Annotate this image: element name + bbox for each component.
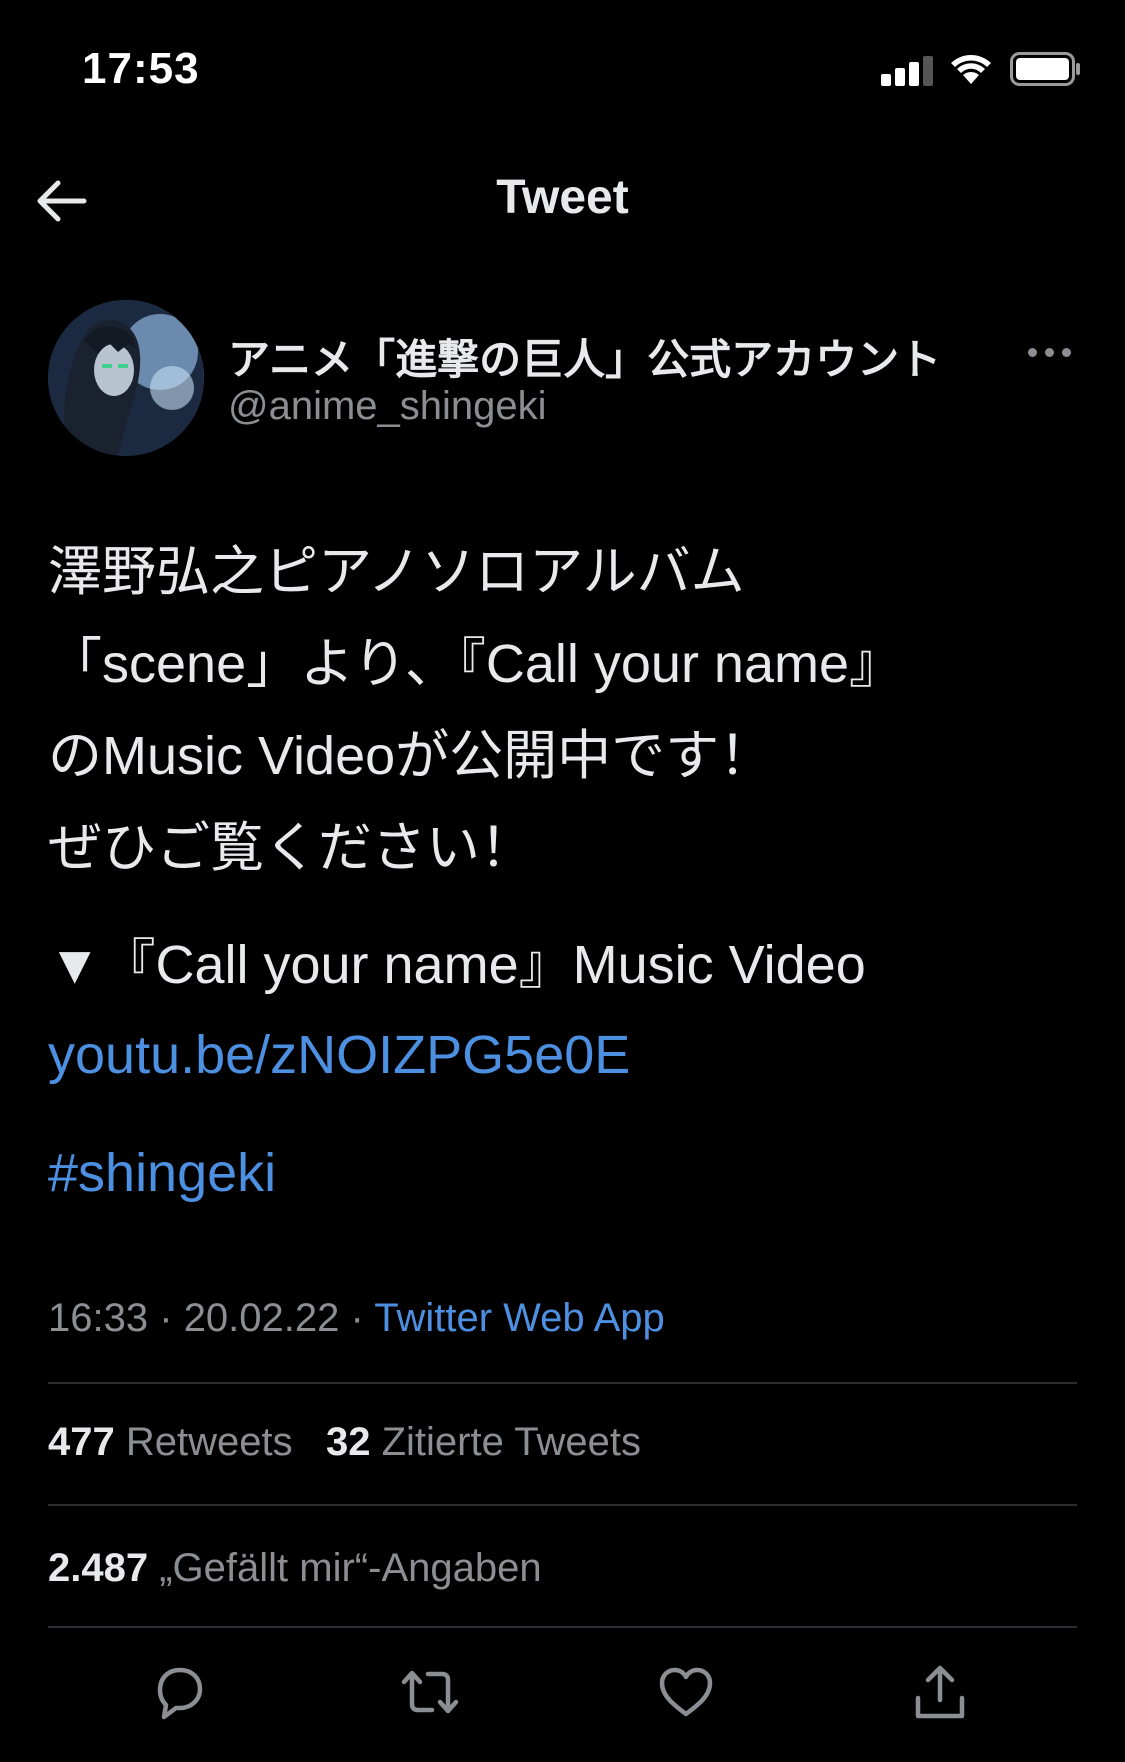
avatar[interactable] <box>48 300 204 456</box>
divider <box>48 1382 1077 1384</box>
reply-button[interactable] <box>146 1660 210 1724</box>
avatar-image <box>48 300 204 456</box>
meta-separator: · <box>350 1296 364 1340</box>
status-time: 17:53 <box>82 44 200 93</box>
likes-label: „Gefällt mir“-Angaben <box>159 1546 542 1590</box>
reply-icon <box>157 1667 203 1720</box>
tweet-text: 澤野弘之ピアノソロアルバム 「scene」より、『Call your name』… <box>48 526 1088 894</box>
quotes-count: 32 <box>325 1420 371 1464</box>
nav-bar: Tweet <box>0 140 1125 260</box>
user-handle[interactable]: @anime_shingeki <box>228 384 547 429</box>
likes-count: 2.487 <box>48 1546 149 1590</box>
hashtag-link[interactable]: #shingeki <box>48 1142 276 1204</box>
retweet-button[interactable] <box>398 1660 462 1724</box>
retweets-stat[interactable]: 477 Retweets <box>48 1420 293 1464</box>
cellular-signal-icon <box>881 56 933 86</box>
like-button[interactable] <box>654 1660 718 1724</box>
battery-icon <box>1010 52 1080 86</box>
tweet-line: ぜひご覧ください！ <box>48 818 534 878</box>
tweet-date: 20.02.22 <box>183 1296 340 1340</box>
divider <box>48 1626 1077 1628</box>
divider <box>48 1504 1077 1506</box>
likes-stats[interactable]: 2.487 „Gefällt mir“-Angaben <box>48 1546 542 1591</box>
tweet-source-link[interactable]: Twitter Web App <box>374 1296 665 1340</box>
wifi-icon <box>951 55 991 84</box>
status-bar: 17:53 <box>0 0 1125 140</box>
video-title-line: ▼『Call your name』Music Video <box>48 935 866 995</box>
page-title: Tweet <box>496 171 629 224</box>
like-icon <box>659 1667 713 1717</box>
retweet-stats: 477 Retweets 32 Zitierte Tweets <box>48 1420 641 1465</box>
tweet-meta: 16:33 · 20.02.22 · Twitter Web App <box>48 1296 665 1341</box>
tweet-line: 「scene」より、『Call your name』 <box>48 634 904 694</box>
quotes-stat[interactable]: 32 Zitierte Tweets <box>326 1420 641 1464</box>
tweet-time: 16:33 <box>48 1296 149 1340</box>
retweets-label: Retweets <box>125 1420 293 1464</box>
retweets-count: 477 <box>48 1420 115 1464</box>
more-options-button[interactable] <box>1026 334 1074 370</box>
meta-separator: · <box>159 1296 173 1340</box>
retweet-icon <box>401 1670 459 1714</box>
youtube-link[interactable]: youtu.be/zNOIZPG5e0E <box>48 1024 630 1086</box>
quotes-label: Zitierte Tweets <box>381 1420 641 1464</box>
tweet-line: 澤野弘之ピアノソロアルバム <box>48 542 745 602</box>
tweet-detail-screen: 17:53 Tweet アニメ「進撃の巨人」公式アカウント @anime_shi… <box>0 0 1125 1762</box>
display-name[interactable]: アニメ「進撃の巨人」公式アカウント <box>228 326 941 387</box>
tweet-line: のMusic Videoが公開中です！ <box>48 726 774 786</box>
share-icon <box>915 1665 965 1719</box>
share-button[interactable] <box>908 1660 972 1724</box>
